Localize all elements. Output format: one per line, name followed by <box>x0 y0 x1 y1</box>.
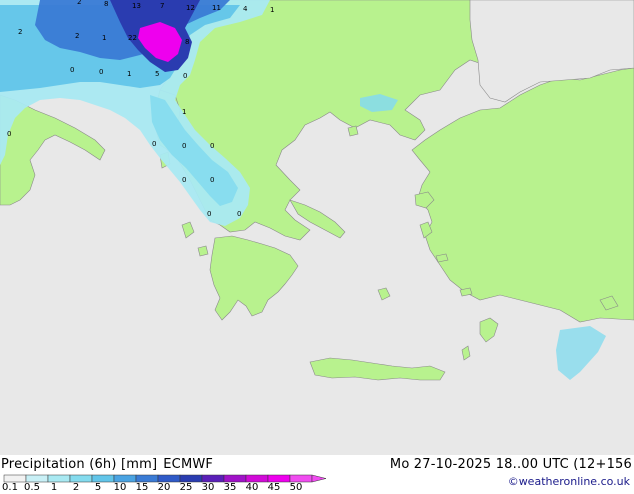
map-title: Precipitation (6h) [mm] ECMWF <box>1 457 213 472</box>
legend-tick-label: 45 <box>267 482 281 493</box>
legend-swatch <box>157 474 181 483</box>
value-label: 8 <box>104 0 108 8</box>
value-label: 0 <box>70 66 74 74</box>
legend-tick-label: 20 <box>157 482 171 493</box>
legend-swatch <box>289 474 313 483</box>
legend-tick-label: 0.5 <box>24 482 40 493</box>
value-label: 5 <box>155 70 159 78</box>
credit-link[interactable]: ©weatheronline.co.uk <box>508 475 630 488</box>
legend-swatch <box>245 474 269 483</box>
legend-tick-label: 5 <box>94 482 102 493</box>
legend-swatch <box>113 474 137 483</box>
legend-arrow <box>311 474 327 483</box>
island-zakynthos <box>197 245 209 257</box>
value-label: 0 <box>237 210 241 218</box>
legend-swatch <box>47 474 71 483</box>
legend-swatch <box>179 474 203 483</box>
value-label: 0 <box>207 210 211 218</box>
value-label: 11 <box>212 4 221 12</box>
legend-tick-labels: 0.1 0.5 1 2 5 10 15 20 25 30 35 40 45 50 <box>0 482 340 494</box>
value-label: 0 <box>152 140 156 148</box>
legend-tick-label: 10 <box>113 482 127 493</box>
legend-swatch <box>3 474 27 483</box>
legend-swatch <box>135 474 159 483</box>
legend-tick-label: 50 <box>289 482 303 493</box>
legend-swatch <box>91 474 115 483</box>
island-thasos <box>347 125 359 137</box>
legend-tick-label: 2 <box>72 482 80 493</box>
value-label: 0 <box>210 142 214 150</box>
map-footer: Precipitation (6h) [mm] ECMWF Mo 27-10-20… <box>0 455 634 493</box>
legend-tick-label: 25 <box>179 482 193 493</box>
value-label: 0 <box>182 142 186 150</box>
precipitation-map: 2 8 13 7 12 11 4 1 2 2 1 22 8 0 0 1 5 0 … <box>0 0 634 455</box>
value-label: 1 <box>270 6 274 14</box>
value-label: 2 <box>77 0 81 6</box>
legend-swatch <box>223 474 247 483</box>
legend-tick-label: 1 <box>50 482 58 493</box>
value-label: 1 <box>127 70 131 78</box>
value-label: 0 <box>183 72 187 80</box>
value-label: 7 <box>160 2 164 10</box>
value-label: 4 <box>243 5 248 13</box>
value-label: 0 <box>7 130 11 138</box>
value-label: 0 <box>210 176 214 184</box>
legend-swatch <box>201 474 225 483</box>
legend-tick-label: 15 <box>135 482 149 493</box>
value-label: 8 <box>185 38 189 46</box>
legend-tick-label: 35 <box>223 482 237 493</box>
product-title: Precipitation (6h) [mm] <box>1 457 158 472</box>
value-label: 12 <box>186 4 195 12</box>
value-label: 2 <box>75 32 79 40</box>
legend-swatch <box>25 474 49 483</box>
value-label: 2 <box>18 28 22 36</box>
value-label: 22 <box>128 34 137 42</box>
legend-swatch <box>267 474 291 483</box>
value-label: 1 <box>182 108 186 116</box>
legend-tick-label: 40 <box>245 482 259 493</box>
legend-swatch <box>69 474 93 483</box>
value-label: 13 <box>132 2 141 10</box>
legend-tick-label: 0.1 <box>2 482 18 493</box>
model-name: ECMWF <box>163 457 214 472</box>
valid-time: Mo 27-10-2025 18..00 UTC (12+156 <box>389 457 632 472</box>
value-label: 1 <box>102 34 106 42</box>
legend-tick-label: 30 <box>201 482 215 493</box>
value-label: 0 <box>182 176 186 184</box>
value-label: 0 <box>99 68 103 76</box>
